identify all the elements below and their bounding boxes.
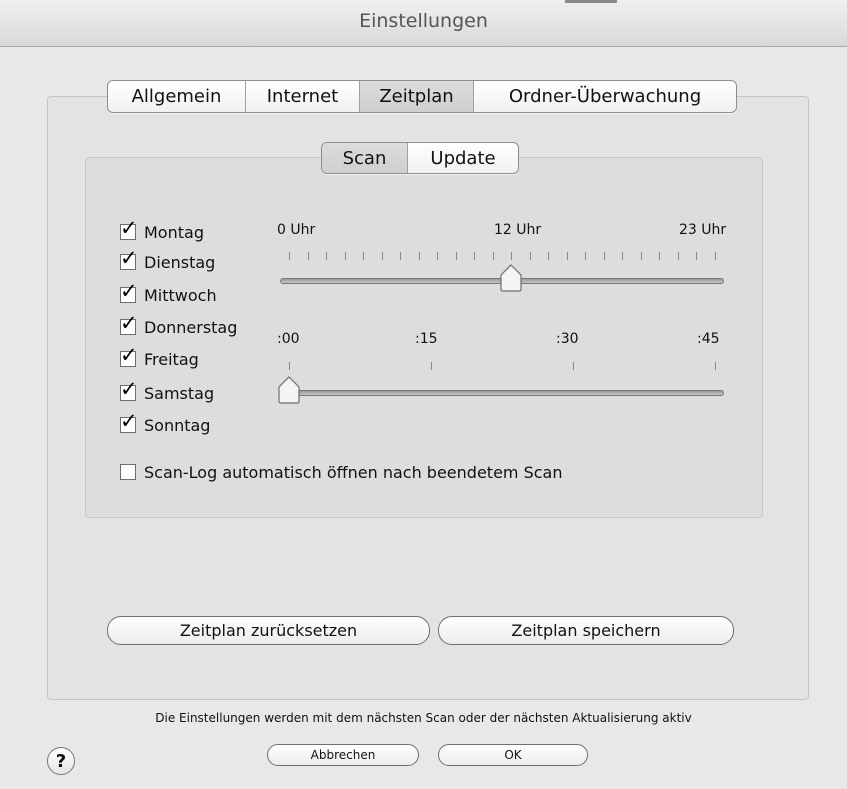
- tab-allgemein[interactable]: Allgemein: [108, 81, 246, 112]
- slider-tick: [696, 252, 698, 260]
- checkbox-box[interactable]: ✓: [120, 411, 138, 433]
- slider-tick: [511, 252, 513, 260]
- slider-tick: [715, 362, 716, 370]
- checkbox-dienstag[interactable]: ✓ Dienstag: [120, 248, 216, 273]
- checkbox-label: Dienstag: [144, 252, 216, 272]
- checkbox-box[interactable]: ✓: [120, 345, 138, 367]
- slider-tick: [289, 362, 290, 370]
- checkbox-montag[interactable]: ✓ Montag: [120, 218, 204, 243]
- minute-slider-thumb[interactable]: [278, 376, 300, 404]
- checkmark-icon: ✓: [120, 343, 138, 367]
- checkbox-label: Montag: [144, 222, 204, 242]
- checkbox-box[interactable]: ✓: [120, 281, 138, 303]
- checkbox-box[interactable]: ✓: [120, 248, 138, 270]
- checkbox-label: Mittwoch: [144, 285, 217, 305]
- checkbox-donnerstag[interactable]: ✓ Donnerstag: [120, 313, 238, 338]
- tab-internet[interactable]: Internet: [246, 81, 360, 112]
- slider-tick: [474, 252, 476, 260]
- ok-button[interactable]: OK: [438, 744, 588, 766]
- slider-tick: [289, 252, 290, 260]
- minute-label-00: :00: [277, 331, 300, 347]
- checkbox-samstag[interactable]: ✓ Samstag: [120, 379, 215, 404]
- checkbox-label: Samstag: [144, 383, 215, 403]
- footer-note: Die Einstellungen werden mit dem nächste…: [155, 711, 692, 725]
- slider-tick: [344, 252, 346, 260]
- slider-tick: [585, 252, 587, 260]
- slider-tick: [603, 252, 605, 260]
- checkbox-freitag[interactable]: ✓ Freitag: [120, 345, 199, 370]
- checkbox-sonntag[interactable]: ✓ Sonntag: [120, 411, 211, 436]
- title-bar: Einstellungen: [0, 0, 847, 47]
- minute-slider-track[interactable]: [280, 390, 724, 396]
- checkmark-icon: ✓: [120, 377, 138, 401]
- main-tab-bar: Allgemein Internet Zeitplan Ordner-Überw…: [107, 80, 737, 113]
- hour-label-start: 0 Uhr: [277, 222, 316, 238]
- help-icon[interactable]: ?: [47, 747, 75, 775]
- slider-tick: [548, 252, 550, 260]
- tab-scan[interactable]: Scan: [322, 143, 408, 173]
- checkmark-icon: ✓: [120, 409, 138, 433]
- slider-tick: [622, 252, 624, 260]
- hour-label-end: 23 Uhr: [679, 222, 727, 238]
- checkmark-icon: ✓: [120, 246, 138, 270]
- tab-update[interactable]: Update: [408, 143, 518, 173]
- checkbox-scan-log[interactable]: Scan-Log automatisch öffnen nach beendet…: [120, 461, 562, 483]
- minute-label-45: :45: [697, 331, 720, 347]
- minute-label-15: :15: [415, 331, 438, 347]
- checkbox-label: Freitag: [144, 349, 199, 369]
- slider-tick: [455, 252, 457, 260]
- checkbox-box[interactable]: [120, 464, 136, 480]
- title-bar-notch: [565, 0, 617, 3]
- window-title: Einstellungen: [359, 10, 488, 32]
- tab-zeitplan[interactable]: Zeitplan: [360, 81, 474, 112]
- slider-tick: [381, 252, 383, 260]
- slider-tick: [640, 252, 642, 260]
- checkmark-icon: ✓: [120, 311, 138, 335]
- slider-tick: [529, 252, 531, 260]
- slider-tick: [715, 252, 716, 260]
- slider-tick: [573, 362, 574, 370]
- save-schedule-button[interactable]: Zeitplan speichern: [438, 616, 734, 645]
- hour-label-mid: 12 Uhr: [494, 222, 542, 238]
- checkbox-label: Scan-Log automatisch öffnen nach beendet…: [144, 462, 563, 482]
- checkbox-label: Donnerstag: [144, 317, 238, 337]
- slider-tick: [566, 252, 568, 260]
- checkmark-icon: ✓: [120, 279, 138, 303]
- checkbox-box[interactable]: ✓: [120, 379, 138, 401]
- checkmark-icon: ✓: [120, 216, 138, 240]
- reset-schedule-button[interactable]: Zeitplan zurücksetzen: [107, 616, 430, 645]
- checkbox-mittwoch[interactable]: ✓ Mittwoch: [120, 281, 217, 306]
- slider-tick: [307, 252, 309, 260]
- slider-tick: [363, 252, 365, 260]
- slider-tick: [492, 252, 494, 260]
- hour-slider-thumb[interactable]: [500, 264, 522, 292]
- checkbox-label: Sonntag: [144, 415, 211, 435]
- cancel-button[interactable]: Abbrechen: [267, 744, 419, 766]
- slider-tick: [418, 252, 420, 260]
- slider-tick: [437, 252, 439, 260]
- checkbox-box[interactable]: ✓: [120, 218, 138, 240]
- minute-label-30: :30: [556, 331, 579, 347]
- sub-tab-bar: Scan Update: [321, 142, 519, 174]
- tab-ordner-ueberwachung[interactable]: Ordner-Überwachung: [474, 81, 736, 112]
- slider-tick: [400, 252, 402, 260]
- slider-tick: [677, 252, 679, 260]
- slider-tick: [326, 252, 328, 260]
- slider-tick: [659, 252, 661, 260]
- slider-tick: [431, 362, 432, 370]
- checkbox-box[interactable]: ✓: [120, 313, 138, 335]
